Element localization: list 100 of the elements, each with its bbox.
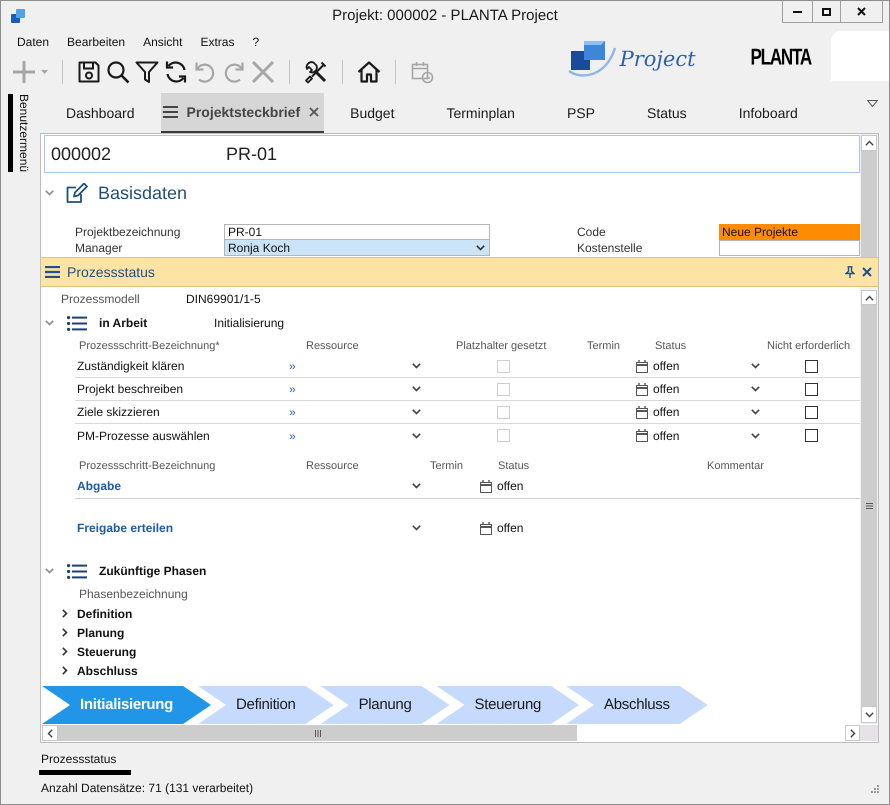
column-header: Phasenbezeichnung xyxy=(79,586,188,602)
calendar-icon[interactable] xyxy=(636,382,648,396)
checkbox[interactable] xyxy=(805,382,818,396)
calendar-icon[interactable] xyxy=(636,406,648,418)
column-header: Ressource xyxy=(305,459,360,473)
link-arrows[interactable]: » xyxy=(289,382,296,396)
status-value: offen xyxy=(497,520,524,536)
text-field[interactable]: PR-01 xyxy=(224,224,490,240)
tab[interactable]: Dashboard xyxy=(40,93,160,133)
window-title: Projekt: 000002 - PLANTA Project xyxy=(332,6,558,26)
chevron-down-icon[interactable] xyxy=(412,409,421,415)
field-label: Manager xyxy=(75,240,124,256)
menu-item[interactable]: Daten xyxy=(8,34,58,50)
chevron-down-icon[interactable] xyxy=(751,432,760,438)
phase-name: Planung xyxy=(77,624,124,640)
chevron-down-icon xyxy=(864,712,874,718)
calendar-icon[interactable] xyxy=(636,429,648,442)
list-icon[interactable] xyxy=(67,316,87,330)
chevron-down-icon[interactable] xyxy=(412,432,421,438)
menu-icon[interactable] xyxy=(162,106,178,118)
link-arrows[interactable]: » xyxy=(289,359,296,373)
triangle-down-icon[interactable] xyxy=(867,100,878,107)
milestone-name: Abgabe xyxy=(76,478,122,494)
tab[interactable]: Projektsteckbrief xyxy=(160,93,324,133)
close-icon[interactable] xyxy=(862,267,872,277)
chevron-down-icon[interactable] xyxy=(412,386,421,392)
menu-item[interactable]: Ansicht xyxy=(134,34,192,50)
checkbox[interactable] xyxy=(805,360,818,372)
close-icon[interactable] xyxy=(309,107,320,117)
scroll-left-button[interactable] xyxy=(42,725,58,741)
manager-select[interactable]: Ronja Koch xyxy=(224,240,490,256)
calendar-icon[interactable] xyxy=(636,360,648,372)
home-icon[interactable] xyxy=(357,60,381,84)
bottom-tab[interactable]: Prozessstatus xyxy=(39,751,131,775)
scrollbar-thumb[interactable] xyxy=(58,725,577,741)
status-select[interactable]: offen xyxy=(653,358,760,374)
chevron-down-icon[interactable] xyxy=(751,363,760,369)
pin-icon[interactable] xyxy=(845,266,855,278)
chevron-right-icon[interactable] xyxy=(62,666,68,675)
chevron-up-icon xyxy=(864,140,874,146)
chevron-down-icon[interactable] xyxy=(412,363,421,369)
chevron-down-icon[interactable] xyxy=(412,483,421,489)
status-value: offen xyxy=(497,478,524,494)
calendar-icon[interactable] xyxy=(480,480,492,492)
chevron-down-icon[interactable] xyxy=(751,409,760,415)
search-icon[interactable] xyxy=(106,60,130,84)
chevron-down-icon[interactable] xyxy=(412,525,421,531)
tab[interactable]: Terminplan xyxy=(420,93,541,133)
tab[interactable]: PSP xyxy=(540,93,621,133)
checkbox[interactable] xyxy=(805,406,818,418)
section-title: Basisdaten xyxy=(98,182,188,204)
phase-name: Steuerung xyxy=(77,644,136,660)
filter-icon[interactable] xyxy=(135,60,159,84)
scroll-up-button[interactable] xyxy=(861,290,877,305)
chevron-left-icon xyxy=(47,728,53,738)
menu-item[interactable]: ? xyxy=(243,34,268,50)
chevron-down-icon[interactable] xyxy=(751,386,760,392)
chevron-up-icon xyxy=(864,294,874,300)
status-select[interactable]: offen xyxy=(653,428,760,444)
resize-grip-icon[interactable] xyxy=(870,784,879,792)
step-name: Ziele skizzieren xyxy=(76,404,161,420)
tab[interactable]: Status xyxy=(620,93,713,133)
column-header: Platzhalter gesetzt xyxy=(455,339,548,353)
chevron-right-icon[interactable] xyxy=(62,628,68,637)
chevron-right-icon xyxy=(850,728,856,738)
tools-icon[interactable] xyxy=(304,60,328,84)
chevron-down-icon[interactable] xyxy=(476,244,485,250)
calendar-icon[interactable] xyxy=(480,522,492,534)
column-header: Prozessschritt-Bezeichnung xyxy=(78,459,216,473)
scroll-right-button[interactable] xyxy=(845,725,860,741)
column-header: Prozessschritt-Bezeichnung* xyxy=(78,339,221,353)
brand-logo: PLANTA xyxy=(750,46,811,70)
step-name: Projekt beschreiben xyxy=(76,381,184,397)
menu-item[interactable]: Extras xyxy=(191,34,244,50)
scrollbar-thumb[interactable] xyxy=(861,305,877,706)
scroll-down-button[interactable] xyxy=(861,706,877,723)
chevron-right-icon[interactable] xyxy=(62,609,68,618)
scroll-up-button[interactable] xyxy=(861,135,877,151)
link-arrows[interactable]: » xyxy=(289,405,296,419)
menu-icon[interactable] xyxy=(45,266,60,278)
step-name: PM-Prozesse auswählen xyxy=(76,428,211,444)
checkbox[interactable] xyxy=(805,429,818,442)
text-field[interactable] xyxy=(719,240,860,256)
code-field[interactable]: Neue Projekte xyxy=(719,224,860,240)
column-header: Termin xyxy=(430,459,464,473)
status-select[interactable]: offen xyxy=(653,381,760,397)
link-arrows[interactable]: » xyxy=(289,428,296,442)
maximize-icon xyxy=(822,8,831,16)
tab[interactable]: Infoboard xyxy=(712,93,824,133)
tab[interactable]: Budget xyxy=(324,93,420,133)
menu-item[interactable]: Bearbeiten xyxy=(58,34,134,50)
phase-name: Definition xyxy=(77,606,132,622)
status-select[interactable]: offen xyxy=(653,404,760,420)
list-icon[interactable] xyxy=(67,564,87,578)
refresh-icon[interactable] xyxy=(164,60,188,84)
chevron-right-icon[interactable] xyxy=(62,647,68,656)
side-tab[interactable]: Benutzermenü xyxy=(8,94,32,172)
scrollbar-thumb[interactable] xyxy=(861,151,877,257)
edit-icon[interactable] xyxy=(66,183,88,203)
field-label: Prozessmodell xyxy=(61,291,141,307)
